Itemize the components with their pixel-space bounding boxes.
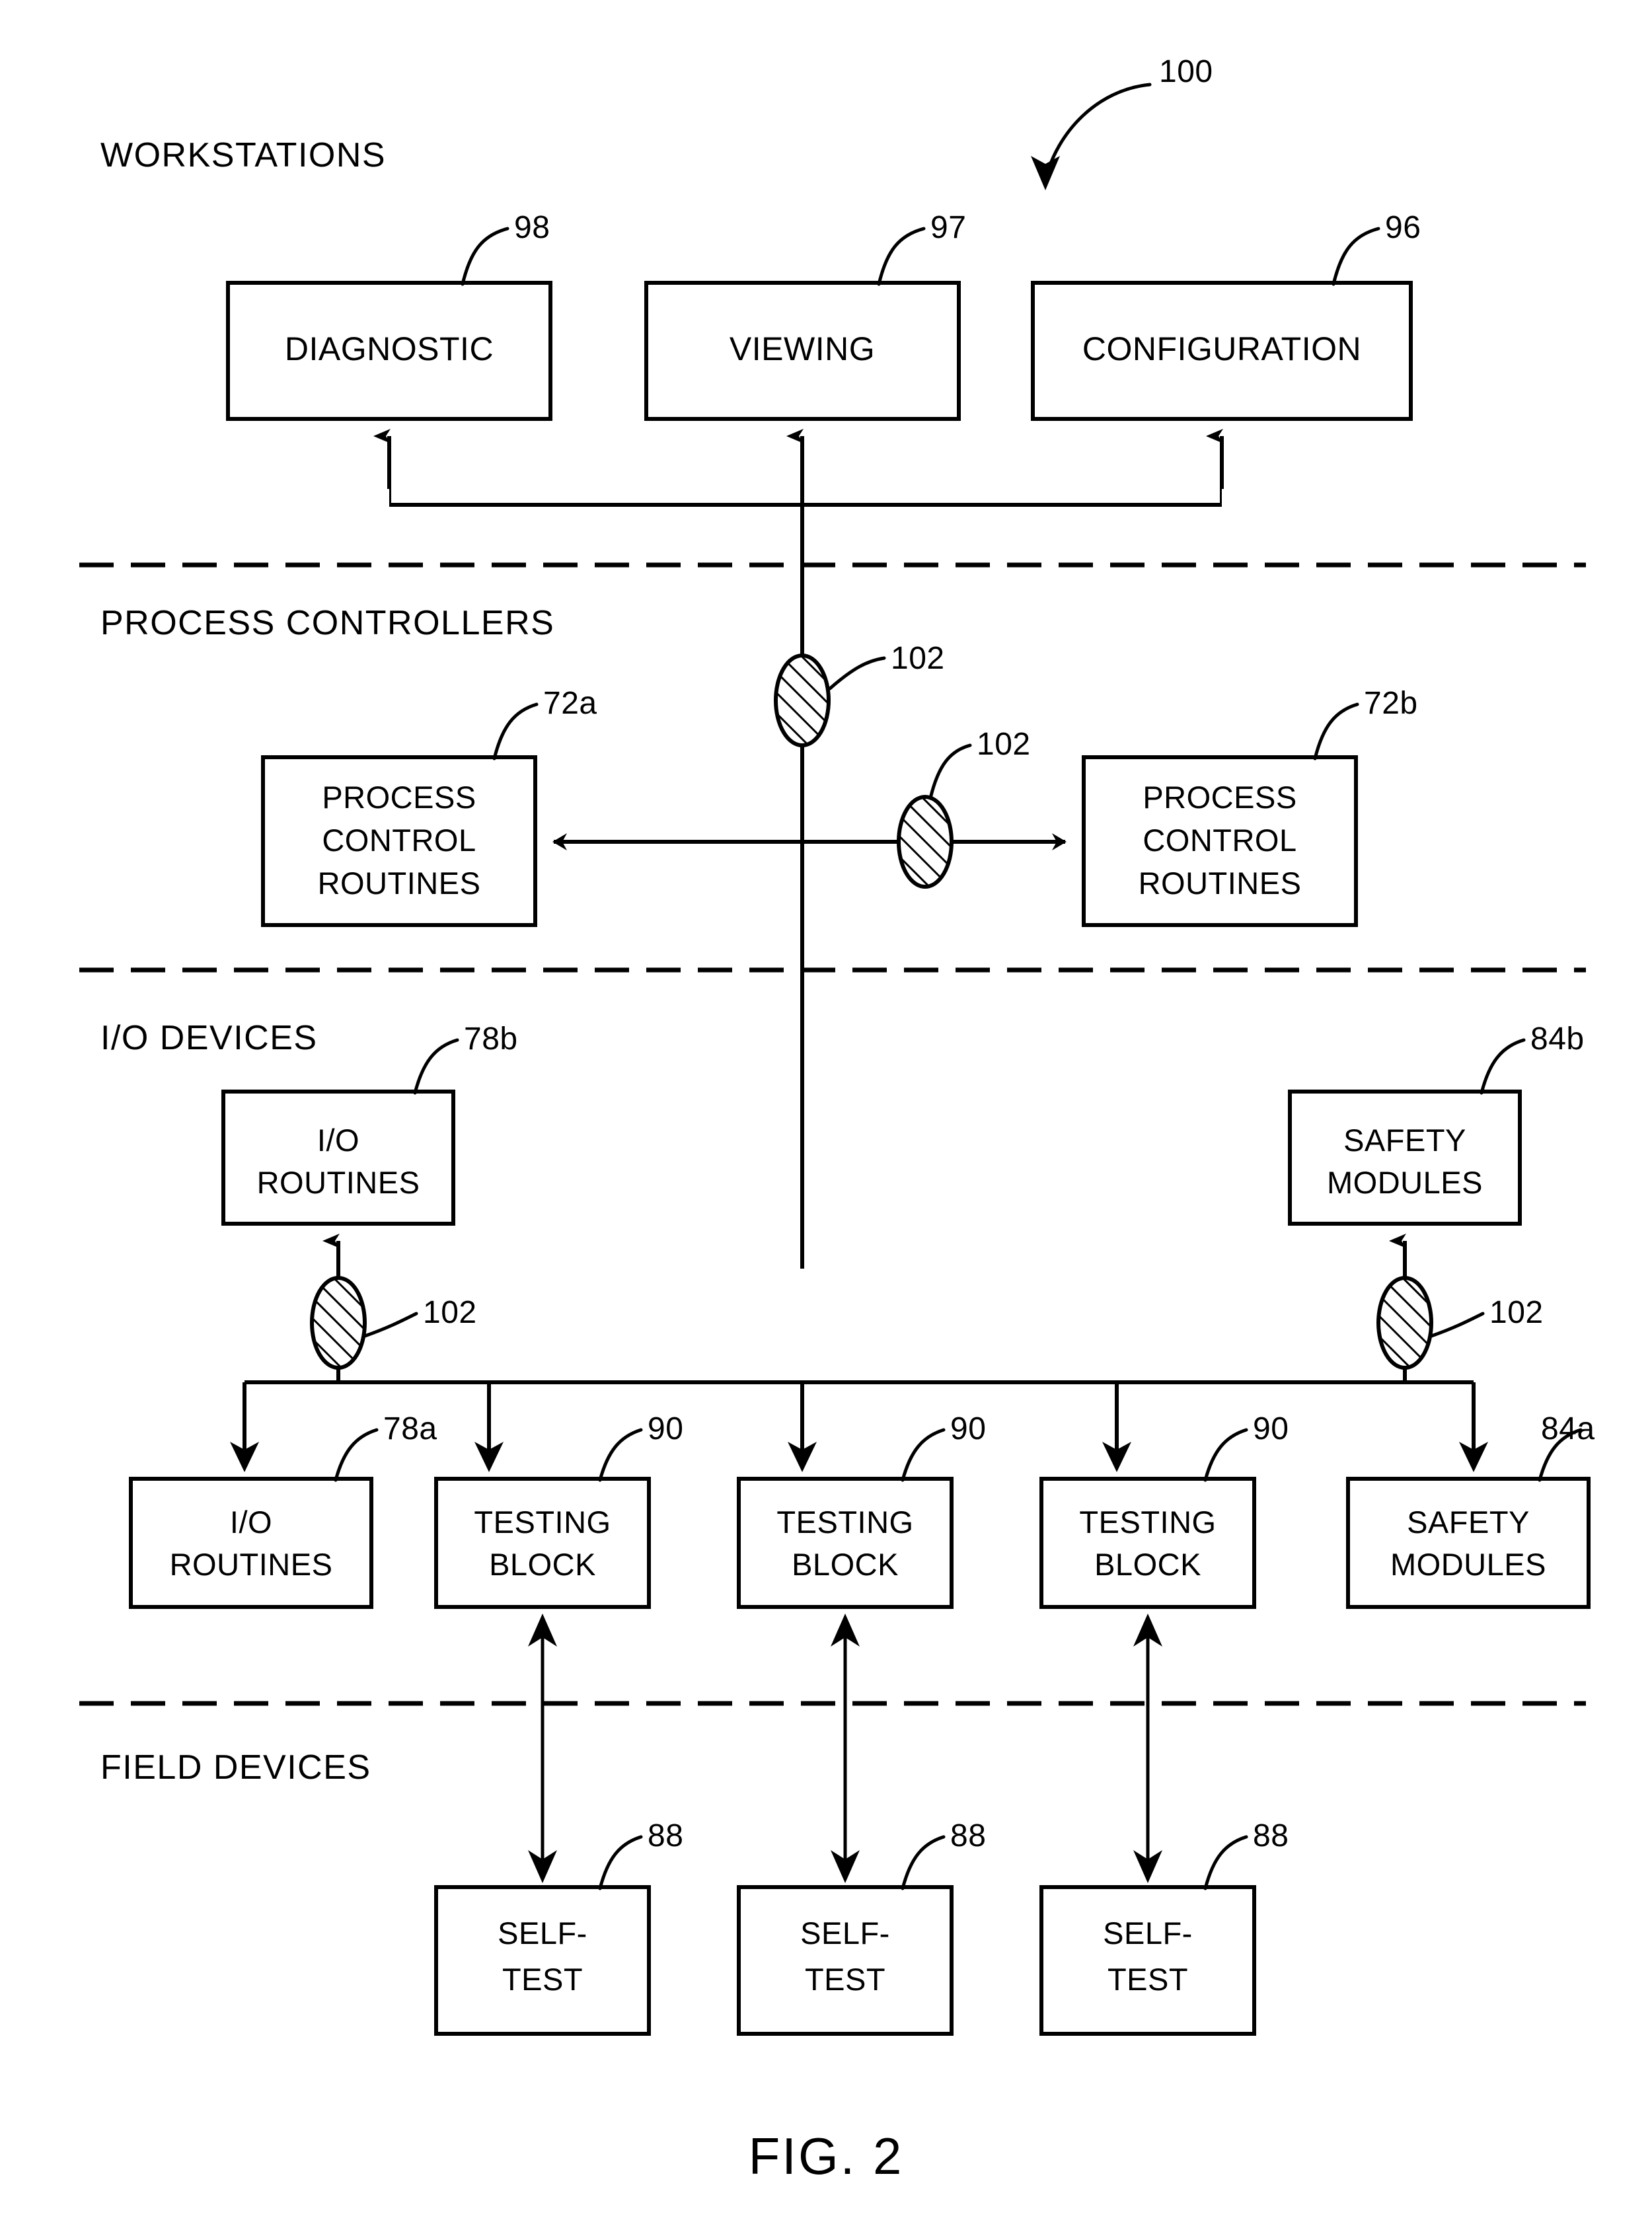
ref-label-90-3: 90 [1253,1411,1289,1446]
io-routines-upper-line1: I/O [317,1123,359,1158]
safety-modules-upper-line2: MODULES [1327,1165,1483,1200]
testing-block-3-box[interactable] [1039,1477,1256,1609]
process-controller-left-line2: CONTROL [322,823,476,858]
patent-figure: 100 WORKSTATIONS PROCESS CONTROLLERS I/O… [0,0,1652,2234]
ref-label-102-io-right: 102 [1489,1295,1544,1330]
process-controller-right-line2: CONTROL [1143,823,1296,858]
ref-label-88-1: 88 [648,1818,683,1853]
self-test-3-box[interactable] [1039,1885,1256,2036]
ref-label-88-2: 88 [950,1818,986,1853]
safety-modules-upper-box[interactable] [1288,1090,1522,1226]
process-controller-right-line3: ROUTINES [1139,866,1302,901]
io-routines-lower-box[interactable] [129,1477,373,1609]
ref-label-97: 97 [930,210,966,245]
workstation-viewing-label: VIEWING [730,330,875,367]
self-test-2-line1: SELF- [800,1916,890,1951]
system-ref-label: 100 [1159,54,1213,89]
ref-label-88-3: 88 [1253,1818,1289,1853]
testing-block-3-line2: BLOCK [1094,1547,1201,1582]
testing-block-3-line1: TESTING [1079,1505,1216,1540]
self-test-3-line1: SELF- [1103,1916,1193,1951]
section-label-field-devices: FIELD DEVICES [100,1748,371,1787]
process-controller-left-line1: PROCESS [322,780,476,815]
ref-label-78b: 78b [464,1022,518,1057]
ref-label-90-2: 90 [950,1411,986,1446]
ref-label-78a: 78a [383,1411,437,1446]
testing-block-1-box[interactable] [434,1477,651,1609]
connector-oval-icon [774,653,831,747]
safety-modules-lower-line1: SAFETY [1407,1505,1530,1540]
io-routines-upper-box[interactable] [221,1090,455,1226]
ref-label-102-bus-top: 102 [891,641,945,676]
ref-label-102-io-left: 102 [423,1295,477,1330]
io-routines-lower-line2: ROUTINES [170,1547,333,1582]
testing-block-2-line1: TESTING [776,1505,913,1540]
self-test-1-box[interactable] [434,1885,651,2036]
safety-modules-lower-line2: MODULES [1390,1547,1546,1582]
connector-oval-icon [897,795,954,889]
ref-label-102-controller: 102 [977,727,1031,762]
testing-block-2-line2: BLOCK [792,1547,899,1582]
ref-label-72a: 72a [543,686,597,721]
self-test-3-line2: TEST [1108,1962,1188,1997]
testing-block-1-line2: BLOCK [489,1547,596,1582]
self-test-1-line2: TEST [502,1962,583,1997]
testing-block-1-line1: TESTING [474,1505,611,1540]
section-label-process-controllers: PROCESS CONTROLLERS [100,604,554,642]
ref-label-84a: 84a [1541,1411,1595,1446]
ref-label-84b: 84b [1530,1022,1585,1057]
testing-block-2-box[interactable] [737,1477,954,1609]
figure-caption: FIG. 2 [749,2127,904,2185]
safety-modules-lower-box[interactable] [1346,1477,1591,1609]
self-test-2-line2: TEST [805,1962,885,1997]
figure-canvas: 100 WORKSTATIONS PROCESS CONTROLLERS I/O… [0,0,1652,2234]
ref-label-98: 98 [514,210,550,245]
io-routines-lower-line1: I/O [230,1505,272,1540]
safety-modules-upper-line1: SAFETY [1343,1123,1466,1158]
self-test-1-line1: SELF- [498,1916,587,1951]
process-controller-right-line1: PROCESS [1143,780,1296,815]
ref-label-96: 96 [1385,210,1421,245]
connector-oval-icon [1376,1276,1433,1370]
section-label-io-devices: I/O DEVICES [100,1019,318,1057]
ref-label-90-1: 90 [648,1411,683,1446]
io-routines-upper-line2: ROUTINES [257,1165,420,1200]
self-test-2-box[interactable] [737,1885,954,2036]
ref-label-72b: 72b [1364,686,1418,721]
process-controller-left-line3: ROUTINES [318,866,481,901]
workstation-configuration-label: CONFIGURATION [1082,330,1361,367]
workstation-diagnostic-label: DIAGNOSTIC [285,330,494,367]
connector-oval-icon [310,1276,367,1370]
section-label-workstations: WORKSTATIONS [100,136,386,174]
